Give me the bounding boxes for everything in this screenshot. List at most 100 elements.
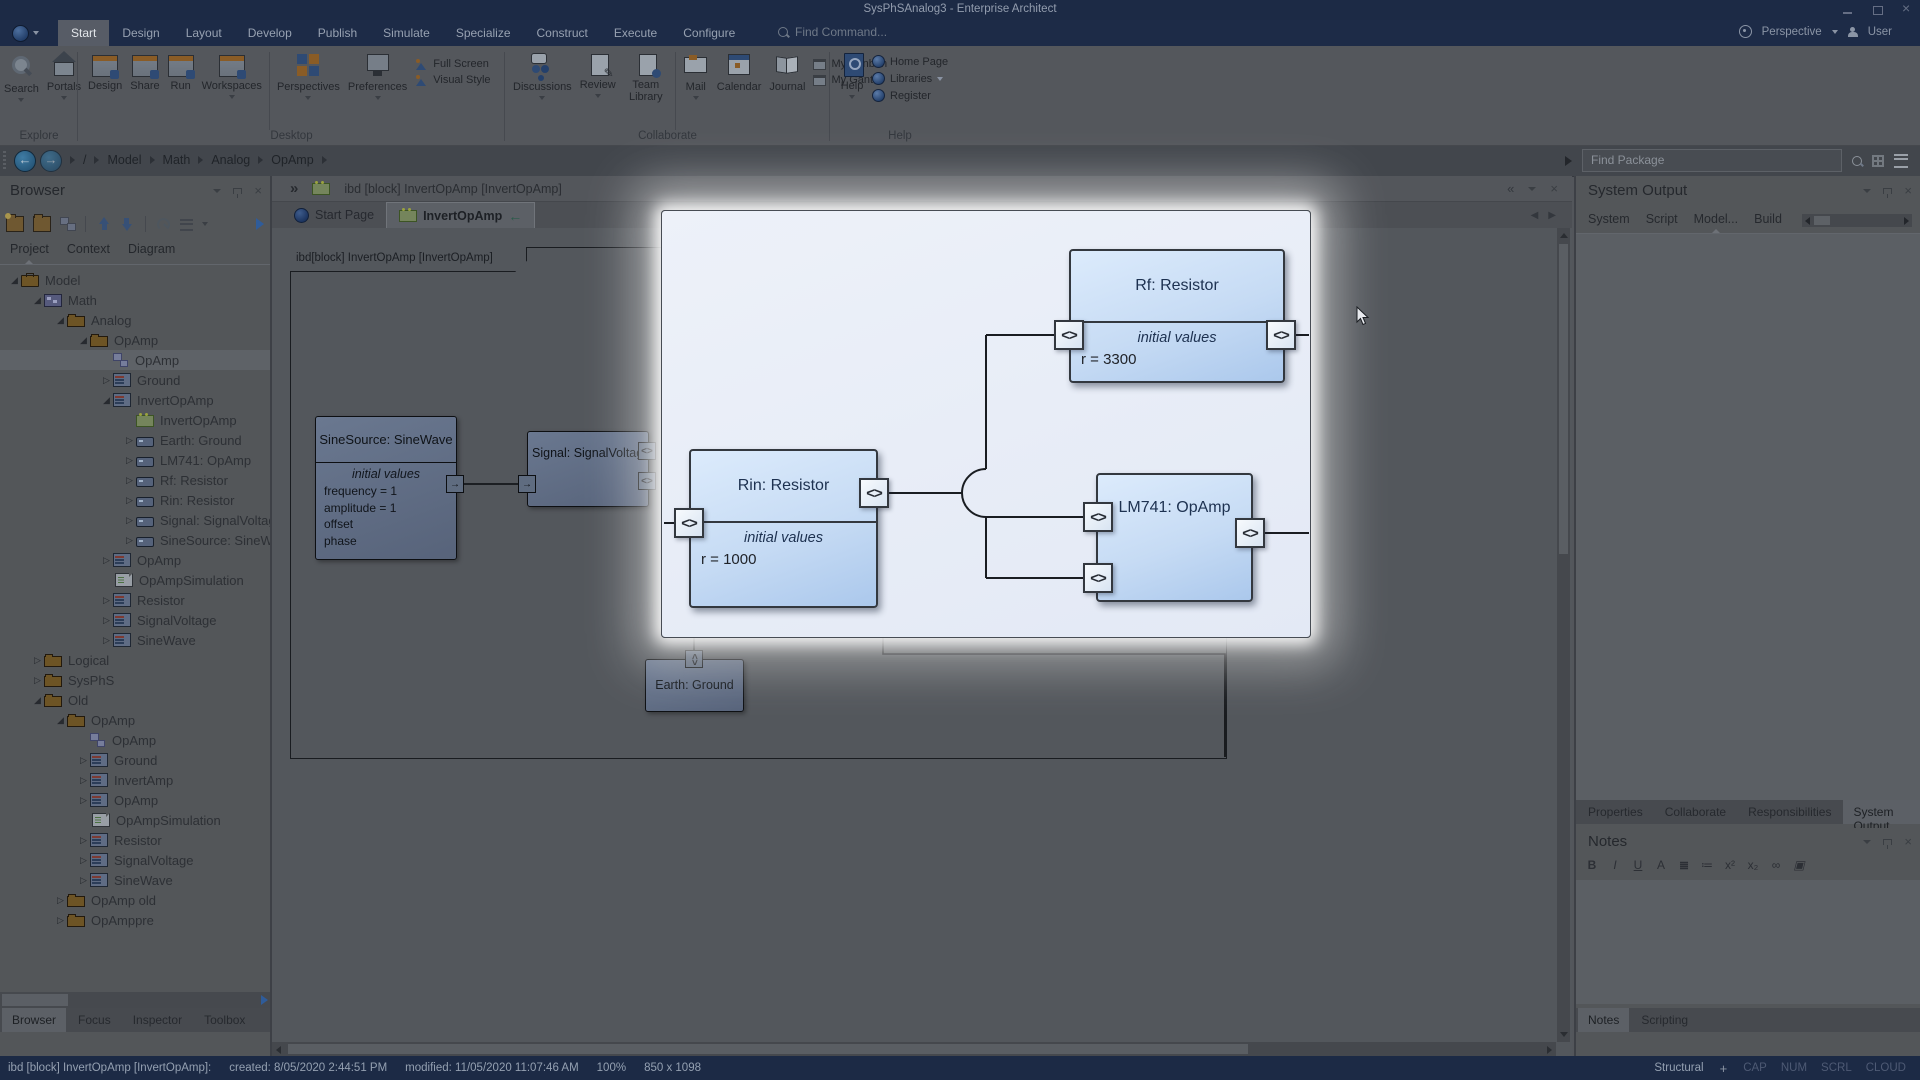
calendar-button[interactable]: Calendar xyxy=(713,50,766,95)
ribbon-tab-design[interactable]: Design xyxy=(109,20,172,46)
minimize-button[interactable] xyxy=(1842,4,1854,16)
dock-tab-toolbox[interactable]: Toolbox xyxy=(194,1008,255,1032)
zoom-in-icon[interactable]: + xyxy=(1720,1061,1728,1076)
move-down-icon[interactable] xyxy=(120,217,136,231)
collapse-arrow-icon[interactable]: ◢ xyxy=(54,715,67,726)
chevron-down-icon[interactable] xyxy=(202,222,208,226)
search-button[interactable]: Search xyxy=(0,50,43,104)
pin-icon[interactable] xyxy=(233,188,242,194)
ribbon-tab-layout[interactable]: Layout xyxy=(173,20,235,46)
tree-item-earth-ground[interactable]: ▷Earth: Ground xyxy=(0,430,270,450)
ribbon-tab-develop[interactable]: Develop xyxy=(235,20,305,46)
tab-invertopamp[interactable]: InvertOpAmp ← xyxy=(386,202,535,228)
tree-item-signalvoltage[interactable]: ▷SignalVoltage xyxy=(0,610,270,630)
expand-arrow-icon[interactable]: ▷ xyxy=(100,595,113,606)
close-icon[interactable]: × xyxy=(254,186,262,196)
panel-menu-icon[interactable] xyxy=(1863,189,1871,193)
tree-item-sinewave[interactable]: ▷SineWave xyxy=(0,870,270,890)
ribbon-tab-start[interactable]: Start xyxy=(58,20,109,46)
dock-tab-inspector[interactable]: Inspector xyxy=(123,1008,192,1032)
tree-item-sysphs[interactable]: ▷SysPhS xyxy=(0,670,270,690)
panel-menu-icon[interactable] xyxy=(1863,840,1871,844)
notes-content[interactable] xyxy=(1576,880,1920,1004)
collapse-arrow-icon[interactable]: ◢ xyxy=(31,295,44,306)
tree-item-opamp[interactable]: ▷OpAmp xyxy=(0,790,270,810)
subscript-button[interactable]: x₂ xyxy=(1747,858,1759,872)
close-icon[interactable]: × xyxy=(1904,186,1912,196)
tree-item-rf-resistor[interactable]: ▷Rf: Resistor xyxy=(0,470,270,490)
perspectives-button[interactable]: Perspectives xyxy=(273,50,344,102)
expand-arrow-icon[interactable]: ▷ xyxy=(54,895,67,906)
hyperlink-button[interactable]: ∞ xyxy=(1770,858,1782,872)
tree-item-signalvoltage[interactable]: ▷SignalVoltage xyxy=(0,850,270,870)
menu-icon[interactable] xyxy=(1894,154,1908,168)
bullet-list-button[interactable]: ≣ xyxy=(1678,858,1690,872)
expand-arrow-icon[interactable]: ▷ xyxy=(54,915,67,926)
dock-tab-collaborate[interactable]: Collaborate xyxy=(1655,800,1736,824)
browser-tab-diagram[interactable]: Diagram xyxy=(128,242,175,256)
lm741-input-port-1[interactable]: <> xyxy=(1083,502,1113,532)
canvas-vertical-scrollbar[interactable] xyxy=(1557,228,1570,1042)
run-button[interactable]: Run xyxy=(164,50,198,94)
tree-item-opamp[interactable]: OpAmp xyxy=(0,350,270,370)
tree-item-signal-signalvoltage[interactable]: ▷Signal: SignalVoltage xyxy=(0,510,270,530)
move-up-icon[interactable] xyxy=(95,217,111,231)
collapse-left-icon[interactable]: « xyxy=(1507,181,1514,196)
expand-arrow-icon[interactable]: ▷ xyxy=(123,515,136,526)
perspective-label[interactable]: Perspective xyxy=(1762,26,1822,38)
new-diagram-icon[interactable] xyxy=(60,217,76,231)
search-icon[interactable] xyxy=(1852,156,1862,166)
scrollbar-thumb[interactable] xyxy=(2,994,68,1006)
dock-tab-browser[interactable]: Browser xyxy=(2,1008,66,1032)
bold-button[interactable]: B xyxy=(1586,858,1598,872)
rf-right-port[interactable]: <> xyxy=(1266,320,1296,350)
font-color-button[interactable]: A xyxy=(1655,858,1667,872)
dock-tab-focus[interactable]: Focus xyxy=(68,1008,121,1032)
expand-arrow-icon[interactable]: ▷ xyxy=(100,555,113,566)
scrollbar-thumb[interactable] xyxy=(1814,216,1830,225)
panel-menu-icon[interactable] xyxy=(213,189,221,193)
block-lm741-opamp[interactable]: LM741: OpAmp xyxy=(1096,473,1253,602)
maximize-button[interactable] xyxy=(1872,4,1884,16)
signal-port-n[interactable]: <> xyxy=(638,472,656,490)
tab-scroll-left-icon[interactable]: ◀ xyxy=(1531,210,1539,221)
close-button[interactable] xyxy=(1902,4,1914,16)
expand-arrow-icon[interactable]: ▷ xyxy=(77,795,90,806)
nav-forward-button[interactable]: → xyxy=(40,150,62,172)
collapse-arrow-icon[interactable]: ◢ xyxy=(77,335,90,346)
full-screen-button[interactable]: Full Screen xyxy=(415,58,490,70)
output-tab-model[interactable]: Model... xyxy=(1694,212,1738,226)
new-package-icon[interactable] xyxy=(6,216,24,232)
rf-left-port[interactable]: <> xyxy=(1054,320,1084,350)
tree-item-opamp[interactable]: ◢OpAmp xyxy=(0,330,270,350)
tree-item-opampsimulation[interactable]: OpAmpSimulation xyxy=(0,810,270,830)
scroll-left-icon[interactable] xyxy=(276,1046,281,1054)
rin-right-port[interactable]: <> xyxy=(859,478,889,508)
output-tab-script[interactable]: Script xyxy=(1646,212,1678,226)
tree-item-model[interactable]: ◢Model xyxy=(0,270,270,290)
tree-item-opamppre[interactable]: ▷OpAmppre xyxy=(0,910,270,930)
collapse-header-icon[interactable]: » xyxy=(290,180,298,197)
collapse-arrow-icon[interactable]: ◢ xyxy=(100,395,113,406)
workspaces-button[interactable]: Workspaces xyxy=(198,50,266,101)
review-button[interactable]: Review xyxy=(576,50,620,100)
expand-arrow-icon[interactable]: ▷ xyxy=(100,615,113,626)
tab-scroll-right-icon[interactable]: ▶ xyxy=(1548,210,1556,221)
signal-input-port[interactable]: → xyxy=(518,475,536,493)
block-signal[interactable]: Signal: SignalVoltage xyxy=(527,431,649,507)
numbered-list-button[interactable]: ≔ xyxy=(1701,858,1713,872)
pin-icon[interactable] xyxy=(1883,839,1892,845)
hamburger-menu-icon[interactable] xyxy=(180,219,193,231)
expand-arrow-icon[interactable]: ▷ xyxy=(31,675,44,686)
expand-arrow-icon[interactable]: ▷ xyxy=(77,835,90,846)
status-mode[interactable]: Structural xyxy=(1654,1062,1703,1074)
collapse-arrow-icon[interactable]: ◢ xyxy=(8,275,21,286)
user-label[interactable]: User xyxy=(1868,26,1892,38)
tree-item-rin-resistor[interactable]: ▷Rin: Resistor xyxy=(0,490,270,510)
libraries-button[interactable]: Libraries xyxy=(872,72,948,85)
tree-item-invertamp[interactable]: ▷InvertAmp xyxy=(0,770,270,790)
earth-ground-port[interactable]: <> xyxy=(685,650,703,668)
visual-style-button[interactable]: Visual Style xyxy=(415,74,490,86)
dock-tab-properties[interactable]: Properties xyxy=(1578,800,1653,824)
tree-item-resistor[interactable]: ▷Resistor xyxy=(0,830,270,850)
